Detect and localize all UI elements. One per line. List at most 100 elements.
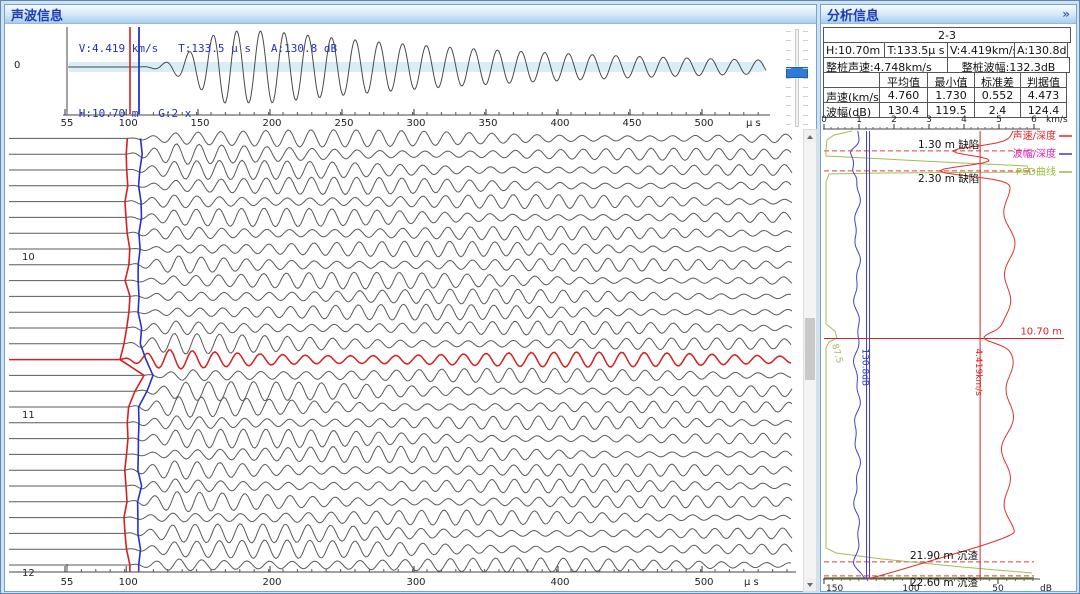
depth-axis-label: 11: [22, 410, 35, 421]
slider-tick: [786, 78, 791, 79]
current-measure-cell: T:133.5μ s: [884, 42, 948, 58]
trace-row[interactable]: [9, 241, 791, 257]
velocity-tick-label: 1: [856, 115, 862, 125]
amplitude-line-value-label: 130.8dB: [860, 348, 870, 386]
wave-panel-title: 声波信息: [11, 5, 63, 24]
trace-row[interactable]: [9, 368, 791, 383]
stat-header-cell: 平均值: [879, 72, 928, 88]
wave-panel-header: 声波信息: [5, 5, 816, 24]
trace-row[interactable]: [9, 429, 791, 448]
stat-value-cell: 1.730: [927, 87, 975, 103]
defect-annotation: 1.30 m 缺陷: [918, 138, 979, 151]
trace-axis-tick-label: 100: [119, 577, 138, 588]
velocity-tick-label: 3: [926, 115, 932, 125]
trace-axis-tick-label: 400: [550, 577, 569, 588]
trace-axis-tick-label: 55: [61, 577, 74, 588]
current-measure-cell: H:10.70m: [823, 42, 885, 58]
trace-row[interactable]: [9, 304, 792, 320]
wave-info-panel: 声波信息 55100150200250300350400450500μ s V:…: [4, 4, 817, 592]
gain-readout: G:2 x: [158, 107, 191, 120]
trace-row[interactable]: [9, 256, 792, 273]
trace-row[interactable]: [9, 289, 791, 304]
scroll-down-button[interactable]: [804, 578, 816, 591]
slider-tick: [803, 50, 808, 51]
stat-header-cell: 最小值: [927, 72, 975, 88]
scroll-up-button[interactable]: [804, 130, 816, 143]
wave-readout-line2: H:10.70 m G:2 x: [39, 94, 191, 133]
wave-axis-unit: μ s: [746, 118, 761, 129]
trace-stack-plot[interactable]: 10111255100200300400500μ s: [6, 129, 798, 592]
slider-tick: [786, 50, 791, 51]
slider-tick: [803, 59, 808, 60]
slider-tick: [803, 31, 808, 32]
velocity-line-value-label: 4.419km/s: [973, 348, 983, 396]
analysis-chart[interactable]: 0123456km/s15010050dB10.70 m4.419km/s130…: [822, 112, 1076, 592]
trace-row[interactable]: [9, 334, 791, 354]
wave-axis-tick-label: 300: [406, 118, 425, 129]
zero-axis-label: 0: [14, 60, 20, 71]
trace-row[interactable]: [9, 510, 791, 525]
velocity-readout: V:4.419 km/s: [79, 42, 158, 55]
gain-slider-track[interactable]: [795, 29, 799, 127]
amplitude-axis-unit: dB: [1040, 584, 1052, 592]
slider-tick: [803, 124, 808, 125]
velocity-tick-label: 4: [961, 115, 967, 125]
app-window: 声波信息 55100150200250300350400450500μ s V:…: [0, 0, 1080, 594]
defect-annotation: 2.30 m 缺陷: [918, 172, 979, 185]
defect-annotation: 22.60 m 沉渣: [910, 576, 978, 589]
stat-value-cell: 4.760: [879, 87, 928, 103]
slider-tick: [803, 78, 808, 79]
trace-row[interactable]: [9, 524, 792, 543]
selected-trace[interactable]: [9, 350, 791, 369]
legend-label: PSD曲线: [1016, 165, 1056, 178]
psd-value-label: 87.5: [829, 343, 844, 365]
trace-row[interactable]: [9, 382, 792, 401]
trace-scrollbar[interactable]: [803, 129, 817, 592]
pile-summary-cell: 整桩声速:4.748km/s: [823, 57, 948, 73]
velocity-tick-label: 5: [996, 115, 1002, 125]
depth-readout: H:10.70 m: [79, 107, 139, 120]
current-measure-cell: V:4.419km/s: [947, 42, 1015, 58]
trace-row[interactable]: [9, 397, 792, 417]
trace-axis-tick-label: 500: [694, 577, 713, 588]
pile-summary-cell: 整桩波幅:132.3dB: [947, 57, 1070, 73]
current-depth-label: 10.70 m: [1020, 326, 1062, 337]
wave-axis-tick-label: 150: [190, 118, 209, 129]
down-arrow-icon: [807, 583, 813, 587]
trace-row[interactable]: [9, 416, 792, 430]
amplitude-tick-label: 150: [826, 584, 843, 592]
analysis-panel: 分析信息 » 2-3H:10.70mT:133.5μ sV:4.419km/sA…: [820, 4, 1077, 592]
amplitude-readout: A:130.8 dB: [271, 42, 337, 55]
stat-header-cell: 判据值: [1020, 72, 1067, 88]
wave-axis-tick-label: 400: [550, 118, 569, 129]
time-readout: T:133.5 μ s: [178, 42, 251, 55]
wave-axis-tick-label: 450: [622, 118, 641, 129]
analysis-panel-title: 分析信息: [827, 5, 879, 24]
stat-header-cell: [823, 72, 880, 88]
slider-tick: [803, 40, 808, 41]
stat-header-cell: 标准差: [974, 72, 1021, 88]
expand-icon[interactable]: »: [1062, 7, 1070, 21]
legend-label: 声速/深度: [1013, 129, 1056, 142]
gain-slider[interactable]: [784, 29, 810, 127]
slider-tick: [803, 68, 808, 69]
trace-axis-tick-label: 200: [262, 577, 281, 588]
wave-axis-tick-label: 250: [334, 118, 353, 129]
slider-tick: [786, 105, 791, 106]
amplitude-tick-label: 50: [992, 584, 1004, 592]
slider-tick: [786, 31, 791, 32]
trace-row[interactable]: [9, 461, 792, 479]
profile-cell: 2-3: [823, 27, 1071, 43]
slider-tick: [786, 96, 791, 97]
analysis-table: 2-3H:10.70mT:133.5μ sV:4.419km/sA:130.8d…: [824, 28, 1073, 118]
slider-tick: [786, 68, 791, 69]
slider-tick: [803, 87, 808, 88]
slider-tick: [803, 96, 808, 97]
legend-label: 波幅/深度: [1013, 147, 1056, 160]
velocity-tick-label: 0: [822, 115, 827, 125]
scrollbar-thumb[interactable]: [805, 318, 815, 380]
depth-axis-label: 12: [22, 568, 35, 579]
trace-axis-tick-label: 300: [406, 577, 425, 588]
up-arrow-icon: [807, 135, 813, 139]
slider-tick: [786, 115, 791, 116]
